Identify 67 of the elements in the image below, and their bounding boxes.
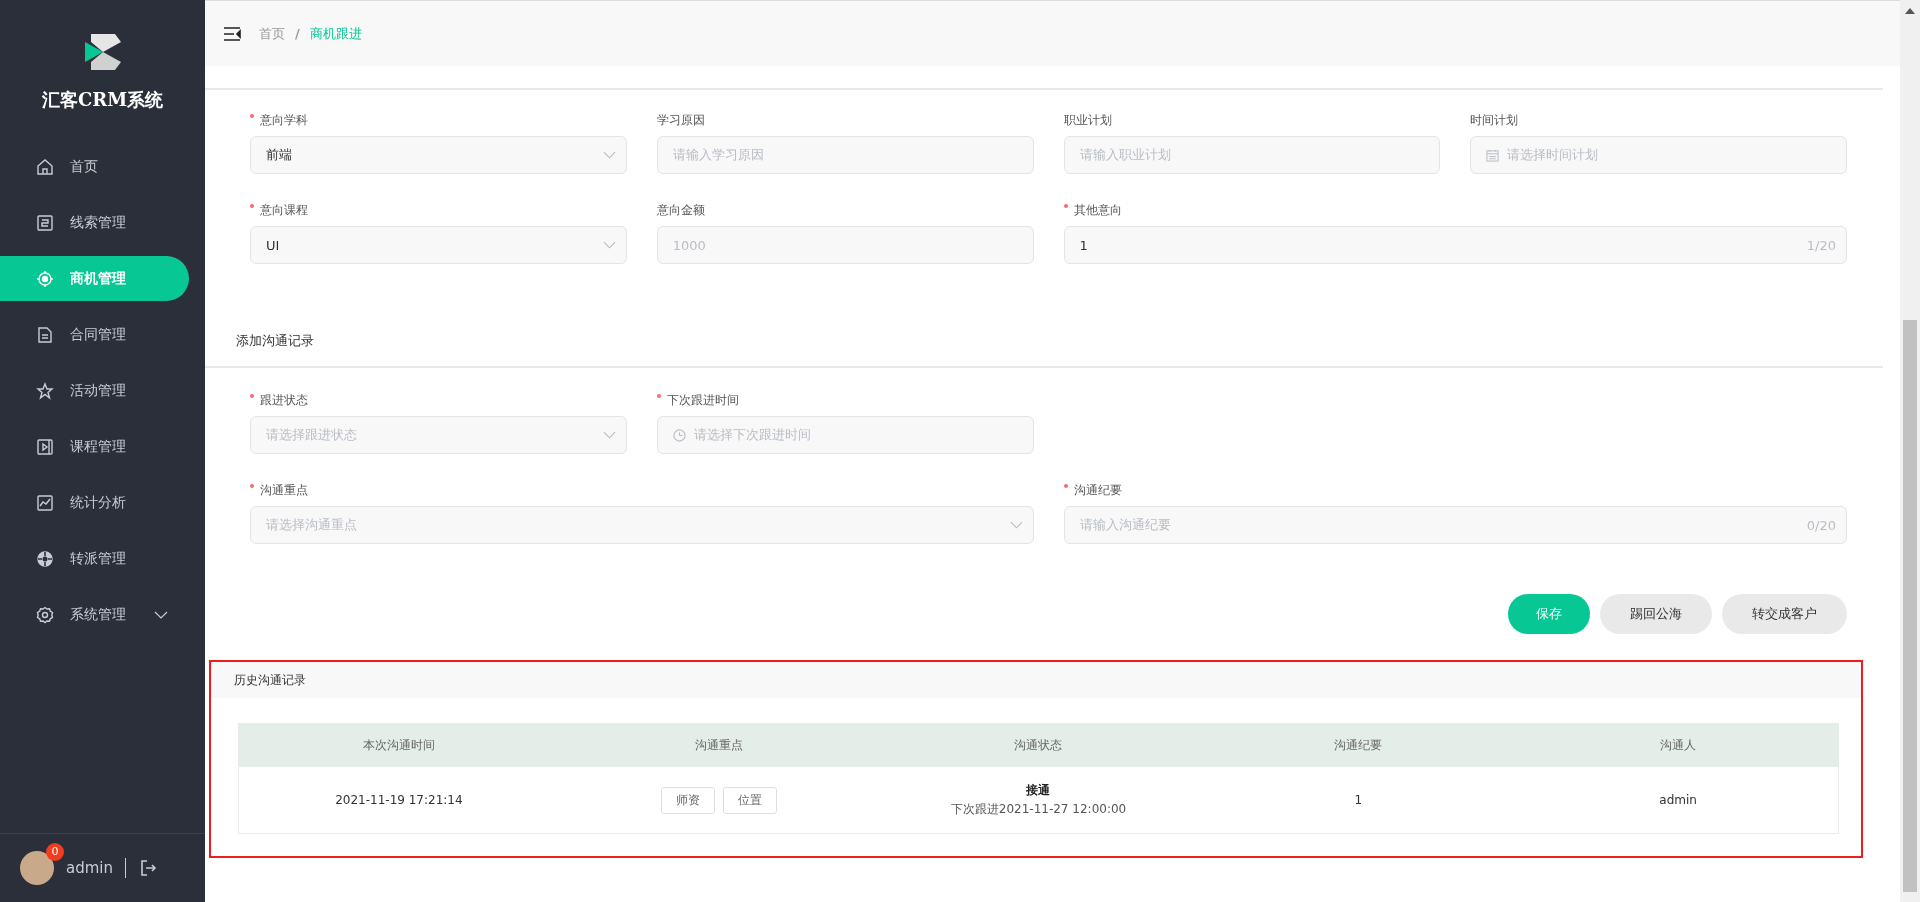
- sidebar-item[interactable]: 课程管理: [0, 424, 189, 469]
- select-field[interactable]: UI: [250, 226, 627, 264]
- chevron-down-icon: [1009, 521, 1023, 529]
- chevron-down-icon: [602, 241, 616, 249]
- field-label: 沟通重点: [250, 482, 1034, 502]
- field-label: 意向金额: [656, 202, 706, 219]
- user-name: admin: [66, 859, 113, 877]
- breadcrumb-item: 商机跟进: [309, 24, 362, 43]
- menu-item-icon: [36, 269, 54, 288]
- breadcrumb-separator: /: [295, 26, 300, 41]
- field-label: 其他意向: [1063, 202, 1847, 222]
- scrollbar-thumb[interactable]: [1903, 320, 1917, 892]
- table-cell: 接通: [1026, 782, 1051, 799]
- sidebar-item[interactable]: 转派管理: [0, 536, 189, 581]
- scrollbar[interactable]: [1900, 0, 1920, 902]
- avatar[interactable]: [20, 851, 54, 885]
- sidebar-item[interactable]: 首页: [0, 144, 189, 189]
- field-label: 意向课程: [250, 202, 627, 222]
- chevron-down-icon: [602, 151, 616, 159]
- field-label: 时间计划: [1470, 112, 1520, 129]
- notification-badge: 0: [46, 843, 64, 861]
- calendar-icon: [1486, 148, 1500, 162]
- column-header: 沟通纪要: [1333, 737, 1384, 754]
- column-header: 本次沟通时间: [361, 737, 436, 754]
- app-title: 汇客CRM系统: [41, 88, 164, 112]
- field-label: 学习原因: [656, 112, 706, 129]
- menu-item-icon: [36, 493, 54, 512]
- menu-item-icon: [36, 381, 54, 400]
- section-title: 历史沟通记录: [234, 671, 306, 689]
- table-cell: 1: [1354, 793, 1363, 807]
- chevron-down-icon: [602, 431, 616, 439]
- column-header: 沟通重点: [693, 737, 744, 754]
- tag: 位置: [722, 786, 777, 814]
- menu-item-icon: [36, 605, 54, 624]
- section-title: 添加沟通记录: [235, 332, 315, 350]
- table-cell: admin: [1659, 793, 1697, 807]
- select-field[interactable]: 前端: [250, 136, 627, 174]
- menu-item-icon: [36, 325, 54, 344]
- menu-fold-icon[interactable]: [223, 26, 241, 41]
- character-counter: 0/20: [1806, 517, 1836, 533]
- table-cell: 下次跟进2021-11-27 12:00:00: [950, 801, 1127, 818]
- menu-item-icon: [36, 437, 54, 456]
- tag: 师资: [660, 786, 715, 814]
- character-counter: 1/20: [1806, 237, 1836, 253]
- scroll-up-icon[interactable]: [1905, 8, 1915, 14]
- field-label: 沟通纪要: [1063, 482, 1847, 502]
- column-header: 沟通人: [1659, 737, 1698, 754]
- logout-icon[interactable]: [138, 858, 158, 878]
- menu-item-icon: [36, 213, 54, 232]
- table-cell: 2021-11-19 17:21:14: [335, 793, 463, 807]
- clock-icon: [672, 428, 686, 442]
- menu-item-icon: [36, 549, 54, 568]
- menu-item-icon: [36, 157, 54, 176]
- sidebar-item[interactable]: 系统管理: [0, 592, 189, 637]
- chevron-down-icon: [154, 610, 168, 619]
- sidebar-item[interactable]: 线索管理: [0, 200, 189, 245]
- sidebar-item[interactable]: 活动管理: [0, 368, 189, 413]
- field-label: 职业计划: [1063, 112, 1113, 129]
- column-header: 沟通状态: [1013, 737, 1064, 754]
- action-button[interactable]: 转交成客户: [1722, 594, 1847, 634]
- sidebar-item[interactable]: 合同管理: [0, 312, 189, 357]
- field-label: 下次跟进时间: [656, 392, 1034, 412]
- action-button[interactable]: 踢回公海: [1600, 594, 1712, 634]
- input-field[interactable]: 1 1/20: [1063, 226, 1847, 264]
- sidebar-item[interactable]: 统计分析: [0, 480, 189, 525]
- field-label: 意向学科: [250, 112, 627, 132]
- field-label: 跟进状态: [250, 392, 627, 412]
